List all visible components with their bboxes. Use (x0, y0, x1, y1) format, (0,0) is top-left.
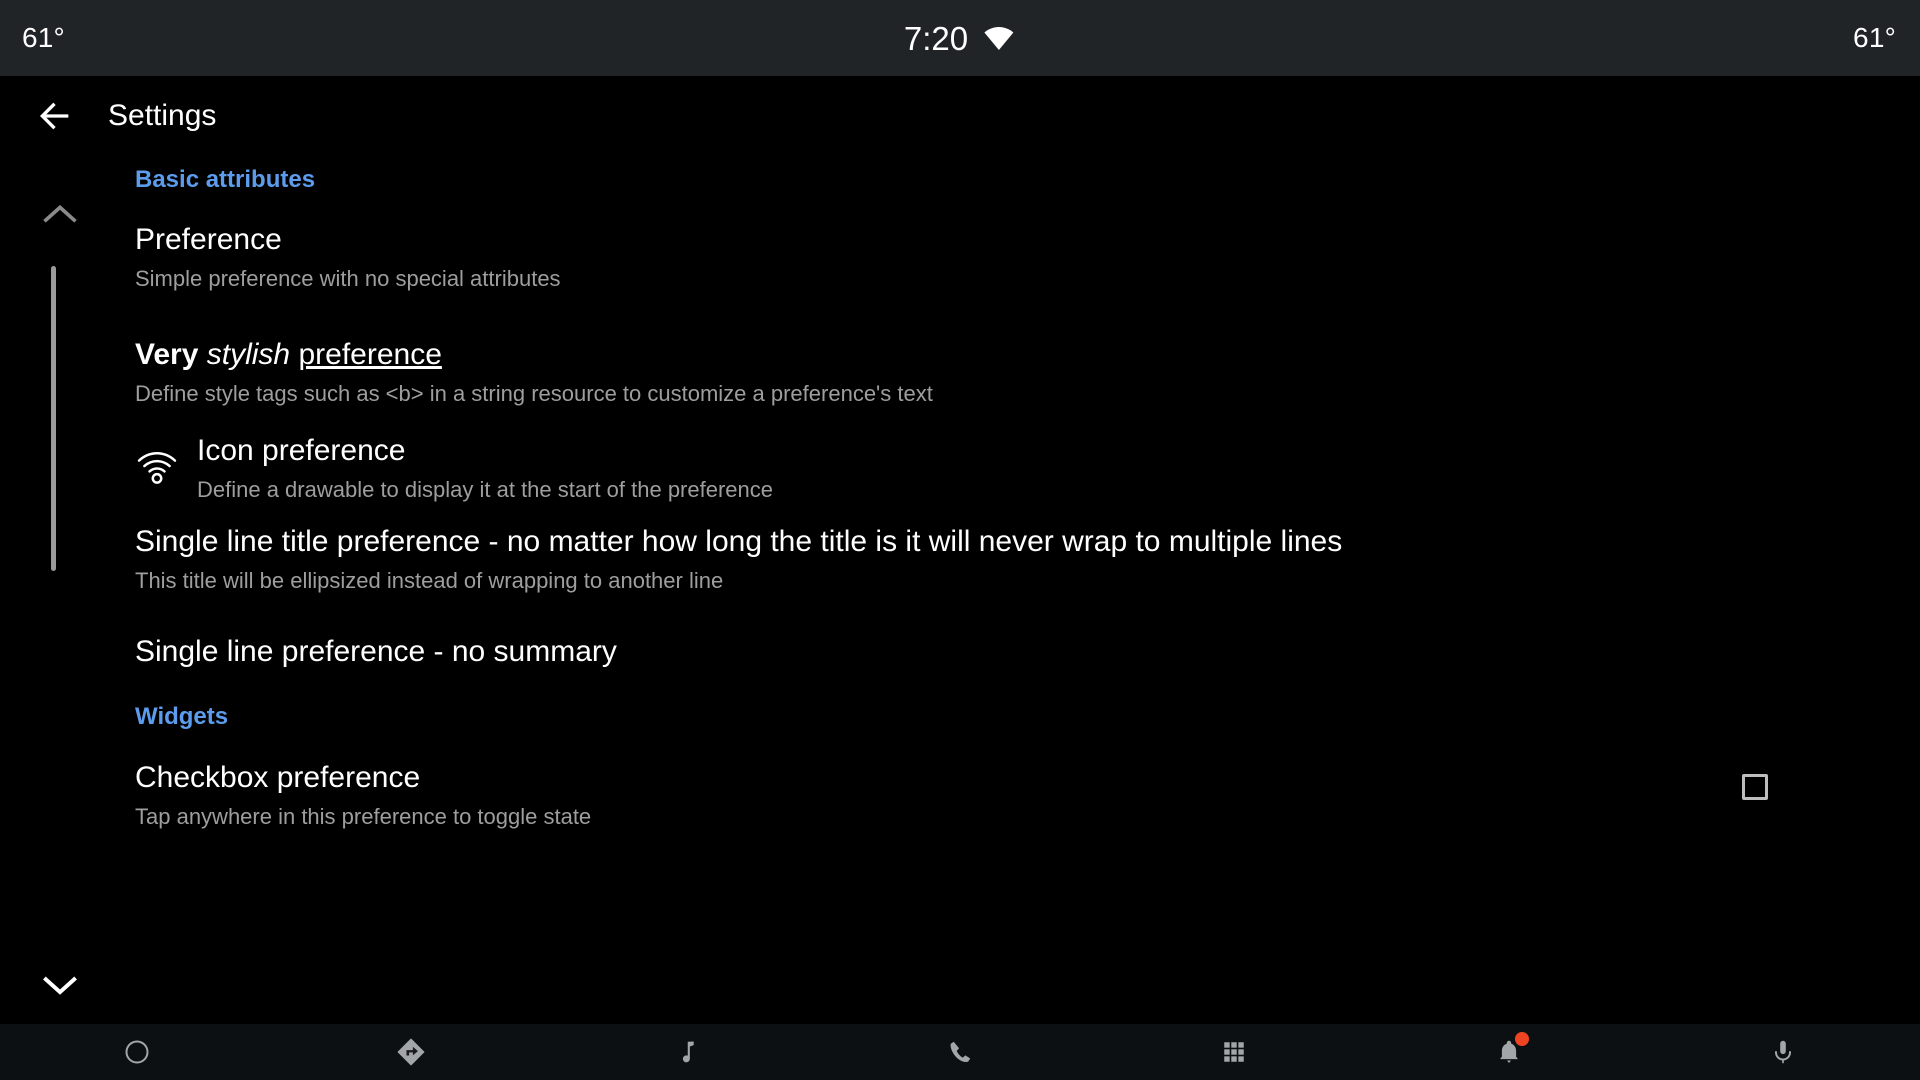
home-circle-icon (125, 1040, 149, 1064)
chevron-up-icon (43, 204, 77, 223)
notification-badge (1514, 1032, 1529, 1046)
app-toolbar: Settings (0, 76, 1920, 156)
phone-icon (950, 1041, 971, 1062)
nav-item-music[interactable] (549, 1024, 823, 1080)
preference-title: Checkbox preference (135, 761, 421, 794)
nav-item-notifications[interactable] (1371, 1024, 1645, 1080)
chevron-down-icon (43, 976, 77, 995)
preference-summary: Simple preference with no special attrib… (135, 266, 561, 292)
status-temperature-right: 61° (1853, 22, 1896, 53)
preference-title-bold-part: Very (135, 338, 199, 371)
preference-summary: Tap anywhere in this preference to toggl… (135, 804, 592, 830)
back-button[interactable] (24, 85, 86, 147)
preference-item-no-summary[interactable]: Single line preference - no summary (135, 634, 617, 669)
space-1 (198, 338, 206, 371)
status-center-group: 7:20 (904, 22, 1016, 55)
wifi-icon (135, 443, 179, 487)
bottom-navigation-bar (0, 1024, 1920, 1080)
status-bar: 61° 7:20 61° (0, 0, 1920, 76)
preference-title: Single line title preference - no matter… (135, 525, 1343, 558)
scroll-down-button[interactable] (36, 968, 84, 1002)
status-temperature-left: 61° (22, 22, 65, 53)
section-header-widgets: Widgets (135, 703, 229, 730)
preference-item-checkbox[interactable]: Checkbox preference Tap anywhere in this… (135, 760, 591, 831)
preference-title-underline-part: preference (298, 338, 442, 371)
nav-item-apps[interactable] (1097, 1024, 1371, 1080)
preference-list[interactable]: Basic attributes Preference Simple prefe… (0, 156, 1920, 1024)
preference-title: Single line preference - no summary (135, 635, 617, 668)
nav-item-phone[interactable] (823, 1024, 1097, 1080)
preference-item-stylish[interactable]: Very stylish preference Define style tag… (135, 337, 933, 408)
preference-item-single-line-title[interactable]: Single line title preference - no matter… (135, 524, 1895, 595)
scrollbar[interactable] (51, 266, 56, 571)
checkbox-preference-widget[interactable] (1742, 774, 1768, 800)
page-title: Settings (108, 99, 217, 132)
preference-summary: This title will be ellipsized instead of… (135, 568, 724, 594)
preference-title: Icon preference (197, 434, 406, 467)
preference-title: Very stylish preference (135, 337, 933, 372)
nav-item-home[interactable] (0, 1024, 274, 1080)
preference-item-simple[interactable]: Preference Simple preference with no spe… (135, 222, 561, 293)
microphone-icon (1774, 1040, 1791, 1064)
status-clock: 7:20 (903, 19, 969, 57)
preference-item-icon[interactable]: Icon preference Define a drawable to dis… (135, 433, 773, 504)
preference-summary: Define a drawable to display it at the s… (197, 477, 773, 503)
preference-title-italic-part: stylish (206, 338, 291, 371)
preference-text-block: Icon preference Define a drawable to dis… (197, 433, 773, 504)
scrollbar-thumb[interactable] (51, 266, 56, 571)
wifi-icon (984, 27, 1014, 50)
scroll-up-button[interactable] (36, 196, 84, 230)
music-note-icon (682, 1041, 694, 1063)
section-header-basic-attributes: Basic attributes (135, 166, 316, 193)
arrow-back-icon (40, 102, 69, 130)
preference-summary: Define style tags such as <b> in a strin… (135, 381, 933, 407)
screen-root: 61° 7:20 61° Settings Basic attributes P… (0, 0, 1920, 1080)
apps-grid-icon (1224, 1042, 1245, 1062)
nav-item-navigation[interactable] (274, 1024, 548, 1080)
preference-title: Preference (135, 223, 282, 256)
navigation-directions-icon (397, 1038, 426, 1066)
nav-item-microphone[interactable] (1646, 1024, 1920, 1080)
